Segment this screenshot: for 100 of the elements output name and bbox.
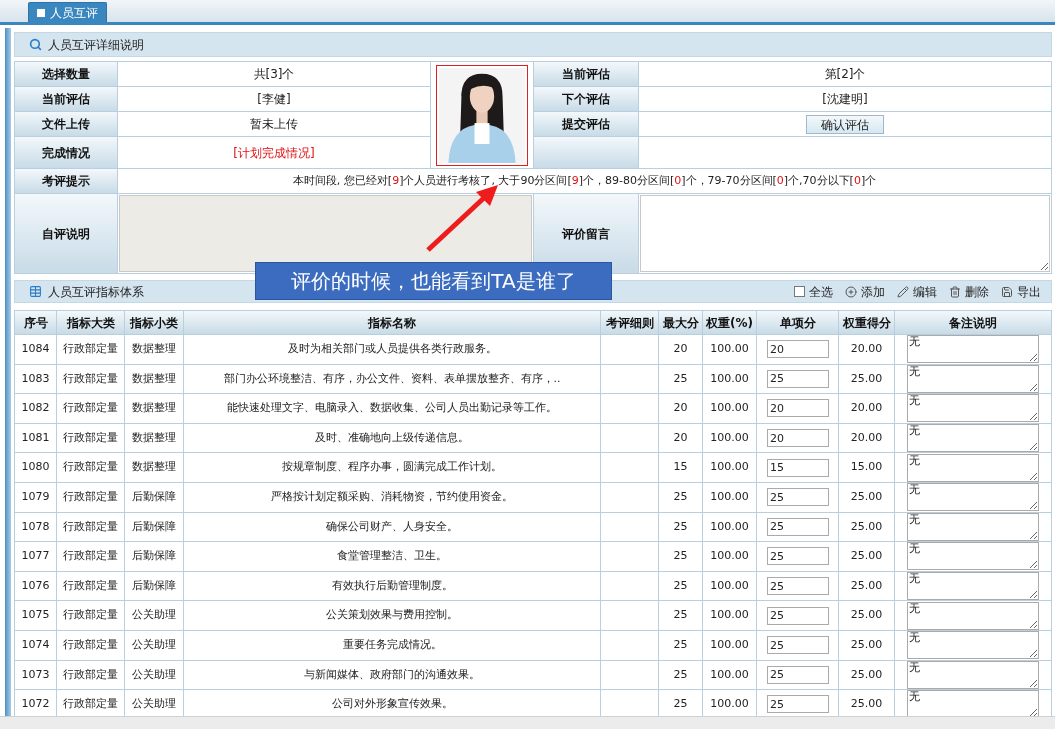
table-cell-text: 重要任务完成情况。 xyxy=(342,637,442,653)
table-cell-text: 25 xyxy=(673,666,688,683)
table-cell: 25.00 xyxy=(850,548,883,565)
score-input[interactable]: 15 xyxy=(767,458,829,477)
table-cell: 及时为相关部门或人员提供各类行政服务。 xyxy=(287,341,497,358)
field-value: [沈建明] xyxy=(822,91,868,108)
table-cell: 100.00 xyxy=(710,607,749,624)
toolbar-button[interactable]: 删除 xyxy=(949,282,989,301)
column-header: 序号 xyxy=(15,311,57,335)
field-value: 第[2]个 xyxy=(824,66,866,83)
column-header: 备注说明 xyxy=(895,311,1052,335)
table-cell-text: 行政部定量 xyxy=(63,370,118,387)
table-cell: 100.00 xyxy=(710,400,749,417)
remark-field[interactable]: 无 xyxy=(907,572,1039,601)
review-comment-field[interactable] xyxy=(640,195,1050,272)
field-value: [李健] xyxy=(257,91,291,108)
table-cell-text: 数据整理 xyxy=(132,370,176,387)
score-input[interactable]: 25 xyxy=(767,606,829,625)
table-cell-text: 100.00 xyxy=(710,577,749,594)
score-input[interactable]: 20 xyxy=(767,399,829,418)
table-cell-text: 25.00 xyxy=(850,518,883,535)
table-cell: 公司对外形象宣传效果。 xyxy=(331,696,453,713)
score-input[interactable]: 25 xyxy=(767,636,829,655)
score-input[interactable]: 25 xyxy=(767,665,829,684)
table-cell: 行政部定量 xyxy=(63,400,118,417)
add-icon xyxy=(845,285,857,298)
remark-field[interactable]: 无 xyxy=(907,453,1039,482)
score-input[interactable]: 25 xyxy=(767,577,829,596)
column-header: 指标大类 xyxy=(57,311,125,335)
table-cell: 25.00 xyxy=(850,607,883,624)
table-cell: 25 xyxy=(673,548,688,565)
remark-field[interactable]: 无 xyxy=(907,364,1039,393)
table-cell-text: 25 xyxy=(673,489,688,505)
table-cell: 25.00 xyxy=(850,696,883,713)
plan-link[interactable]: [计划完成情况] xyxy=(233,143,315,162)
score-input[interactable]: 25 xyxy=(767,695,829,714)
table-cell-text: 100.00 xyxy=(710,489,749,505)
tab[interactable]: 人员互评 xyxy=(28,2,107,22)
table-cell-text: 1081 xyxy=(21,429,50,446)
table-cell-text: 确保公司财产、人身安全。 xyxy=(326,518,458,535)
table-cell-text: 行政部定量 xyxy=(63,489,118,505)
remark-field[interactable]: 无 xyxy=(907,394,1039,423)
field-value: 共[3]个 xyxy=(253,66,295,83)
table-cell-text: 25.00 xyxy=(850,666,883,683)
score-input[interactable]: 20 xyxy=(767,429,829,448)
table-cell: 100.00 xyxy=(710,696,749,713)
remark-field[interactable]: 无 xyxy=(907,512,1039,541)
table-cell: 15 xyxy=(673,459,688,476)
checkbox[interactable] xyxy=(794,286,805,297)
field-label: 自评说明 xyxy=(15,194,118,274)
table-cell-text: 数据整理 xyxy=(132,429,176,446)
column-header: 最大分 xyxy=(659,311,703,335)
table-cell: 食堂管理整洁、卫生。 xyxy=(337,548,447,565)
table-cell-text: 公关助理 xyxy=(132,637,176,653)
square-icon xyxy=(37,8,45,17)
table-cell-text: 25 xyxy=(673,518,688,535)
table-cell: 后勤保障 xyxy=(132,548,176,565)
remark-field[interactable]: 无 xyxy=(907,660,1039,689)
table-cell-text: 100.00 xyxy=(710,666,749,683)
table-cell: 20.00 xyxy=(850,400,883,417)
table-cell-text: 25.00 xyxy=(850,489,883,505)
score-input[interactable]: 25 xyxy=(767,369,829,388)
field-label: 完成情况 xyxy=(15,137,118,169)
remark-field[interactable]: 无 xyxy=(907,335,1039,364)
table-cell: 公关助理 xyxy=(132,696,176,713)
score-input[interactable]: 25 xyxy=(767,547,829,566)
table-cell-text: 25.00 xyxy=(850,577,883,594)
score-input[interactable]: 25 xyxy=(767,488,829,507)
column-header: 指标小类 xyxy=(125,311,184,335)
toolbar-button[interactable]: 添加 xyxy=(845,282,885,301)
score-input[interactable]: 25 xyxy=(767,517,829,536)
table-cell: 能快速处理文字、电脑录入、数据收集、公司人员出勤记录等工作。 xyxy=(227,400,557,417)
table-cell: 15.00 xyxy=(850,459,883,476)
table-cell-text: 与新闻媒体、政府部门的沟通效果。 xyxy=(304,666,480,683)
table-cell-text: 及时、准确地向上级传递信息。 xyxy=(315,429,469,446)
table-cell: 行政部定量 xyxy=(63,696,118,713)
column-header: 单项分 xyxy=(757,311,839,335)
remark-field[interactable]: 无 xyxy=(907,601,1039,630)
table-cell: 25 xyxy=(673,607,688,624)
remark-field[interactable]: 无 xyxy=(907,483,1039,512)
remark-field[interactable]: 无 xyxy=(907,542,1039,571)
confirm-button[interactable]: 确认评估 xyxy=(806,114,884,134)
table-cell: 20 xyxy=(673,400,688,417)
column-header: 权重(%) xyxy=(703,311,757,335)
remark-field[interactable]: 无 xyxy=(907,424,1039,453)
table-cell-text: 25.00 xyxy=(850,370,883,387)
field-label: 考评提示 xyxy=(15,169,118,194)
toolbar-button[interactable]: 编辑 xyxy=(897,282,937,301)
table-cell: 25 xyxy=(673,696,688,713)
table-cell: 数据整理 xyxy=(132,341,176,358)
score-input[interactable]: 20 xyxy=(767,340,829,359)
remark-field[interactable]: 无 xyxy=(907,631,1039,660)
section-title: 人员互评指标体系 xyxy=(48,283,144,301)
table-cell-text: 1079 xyxy=(21,489,50,505)
table-cell-text: 100.00 xyxy=(710,429,749,446)
table-cell: 20.00 xyxy=(850,341,883,358)
toolbar-button[interactable]: 导出 xyxy=(1001,282,1041,301)
table-cell: 100.00 xyxy=(710,459,749,476)
hint-text: 本时间段, 您已经对[9]个人员进行考核了, 大于90分区间[9]个，89-80分区间[0]个，79-70分区间[0]个,70分以下[0]个 xyxy=(292,172,877,189)
table-cell-text: 行政部定量 xyxy=(63,518,118,535)
